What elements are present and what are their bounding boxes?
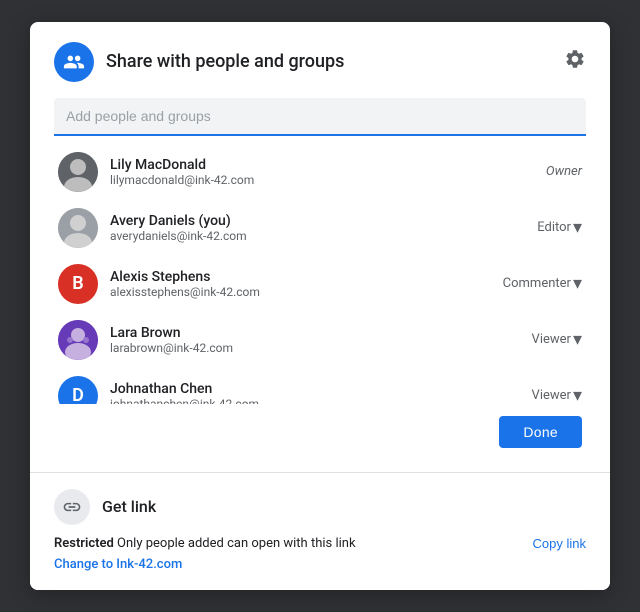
table-row: B Alexis Stephens alexisstephens@ink-42.… (54, 256, 586, 312)
link-icon (54, 489, 90, 525)
dialog: Share with people and groups (30, 22, 610, 590)
search-input[interactable] (54, 104, 586, 128)
person-info: Lara Brown larabrown@ink-42.com (110, 325, 532, 355)
chevron-down-icon: ▾ (573, 329, 582, 350)
search-container (54, 98, 586, 136)
table-row: Avery Daniels (you) averydaniels@ink-42.… (54, 200, 586, 256)
link-header: Get link (54, 489, 586, 525)
overlay: Share with people and groups (0, 0, 640, 612)
link-panel: Get link Restricted Only people added ca… (30, 473, 610, 590)
role-label: Editor (537, 220, 571, 235)
avatar: B (58, 264, 98, 304)
table-row: Lily MacDonald lilymacdonald@ink-42.com … (54, 144, 586, 200)
get-link-title: Get link (102, 497, 156, 516)
person-name: Johnathan Chen (110, 381, 532, 397)
people-svg (63, 51, 85, 73)
person-info: Johnathan Chen johnathanchen@ink-42.com (110, 381, 532, 404)
person-name: Lily MacDonald (110, 157, 546, 173)
person-info: Alexis Stephens alexisstephens@ink-42.co… (110, 269, 503, 299)
person-role[interactable]: Viewer ▾ (532, 329, 582, 350)
person-info: Avery Daniels (you) averydaniels@ink-42.… (110, 213, 537, 243)
person-info: Lily MacDonald lilymacdonald@ink-42.com (110, 157, 546, 187)
chevron-down-icon: ▾ (573, 385, 582, 404)
people-list: Lily MacDonald lilymacdonald@ink-42.com … (54, 144, 586, 404)
person-role[interactable]: Viewer ▾ (532, 385, 582, 404)
share-footer: Done (54, 404, 586, 456)
link-restricted-label: Restricted (54, 536, 114, 551)
role-label: Viewer (532, 332, 571, 347)
settings-icon[interactable] (564, 48, 586, 75)
table-row: Lara Brown larabrown@ink-42.com Viewer ▾ (54, 312, 586, 368)
person-name: Lara Brown (110, 325, 532, 341)
chevron-down-icon: ▾ (573, 273, 582, 294)
person-role: Owner (546, 164, 582, 179)
avatar (58, 320, 98, 360)
person-name: Avery Daniels (you) (110, 213, 537, 229)
person-email: lilymacdonald@ink-42.com (110, 173, 546, 187)
person-email: averydaniels@ink-42.com (110, 229, 537, 243)
link-description-rest: Only people added can open with this lin… (114, 536, 356, 551)
share-panel: Share with people and groups (30, 22, 610, 472)
link-info-row: Restricted Only people added can open wi… (54, 535, 586, 572)
link-description-text: Restricted Only people added can open wi… (54, 535, 356, 553)
person-email: johnathanchen@ink-42.com (110, 397, 532, 404)
link-description: Restricted Only people added can open wi… (54, 535, 356, 572)
change-link-button[interactable]: Change to Ink-42.com (54, 557, 356, 572)
share-title: Share with people and groups (106, 51, 344, 72)
share-people-icon (54, 42, 94, 82)
person-email: alexisstephens@ink-42.com (110, 285, 503, 299)
copy-link-button[interactable]: Copy link (533, 535, 586, 551)
person-role[interactable]: Editor ▾ (537, 217, 582, 238)
share-header-left: Share with people and groups (54, 42, 344, 82)
person-role[interactable]: Commenter ▾ (503, 273, 582, 294)
avatar (58, 208, 98, 248)
share-header: Share with people and groups (54, 42, 586, 82)
avatar: D (58, 376, 98, 404)
table-row: D Johnathan Chen johnathanchen@ink-42.co… (54, 368, 586, 404)
person-name: Alexis Stephens (110, 269, 503, 285)
role-label: Viewer (532, 388, 571, 403)
done-button[interactable]: Done (499, 416, 582, 448)
role-label: Commenter (503, 276, 571, 291)
chevron-down-icon: ▾ (573, 217, 582, 238)
avatar (58, 152, 98, 192)
person-email: larabrown@ink-42.com (110, 341, 532, 355)
